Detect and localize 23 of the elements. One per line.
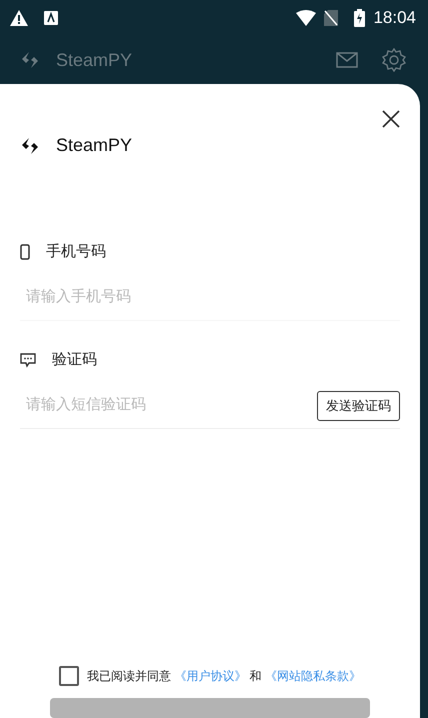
close-icon[interactable]: [382, 110, 400, 128]
phone-icon: [20, 244, 30, 260]
status-time: 18:04: [373, 7, 416, 30]
input-field[interactable]: 请输入手机号码: [20, 276, 400, 320]
send-code-button[interactable]: 发送验证码: [317, 391, 400, 420]
field-label: 手机号码: [46, 242, 106, 262]
agreement-checkbox[interactable]: [58, 666, 79, 686]
logo-icon: [20, 50, 40, 70]
brand-name: SteamPY: [56, 134, 132, 157]
mail-icon[interactable]: [336, 52, 358, 68]
battery-charging-icon: [354, 9, 366, 27]
settings-icon[interactable]: [382, 48, 406, 72]
app-title: SteamPY: [56, 48, 132, 72]
agreement-link[interactable]: 《用户协议》: [174, 669, 246, 683]
notification-icon: [44, 11, 58, 25]
agreement-link[interactable]: 《网站隐私条款》: [265, 669, 362, 683]
agreement-text: 我已阅读并同意 《用户协议》 和 《网站隐私条款》: [86, 668, 362, 685]
input-field[interactable]: 请输入短信验证码: [20, 384, 317, 428]
message-icon: [20, 352, 36, 368]
warning-icon: [10, 10, 28, 26]
wifi-icon: [296, 10, 316, 26]
no-signal-icon: [324, 10, 338, 26]
field-label: 验证码: [52, 350, 97, 370]
